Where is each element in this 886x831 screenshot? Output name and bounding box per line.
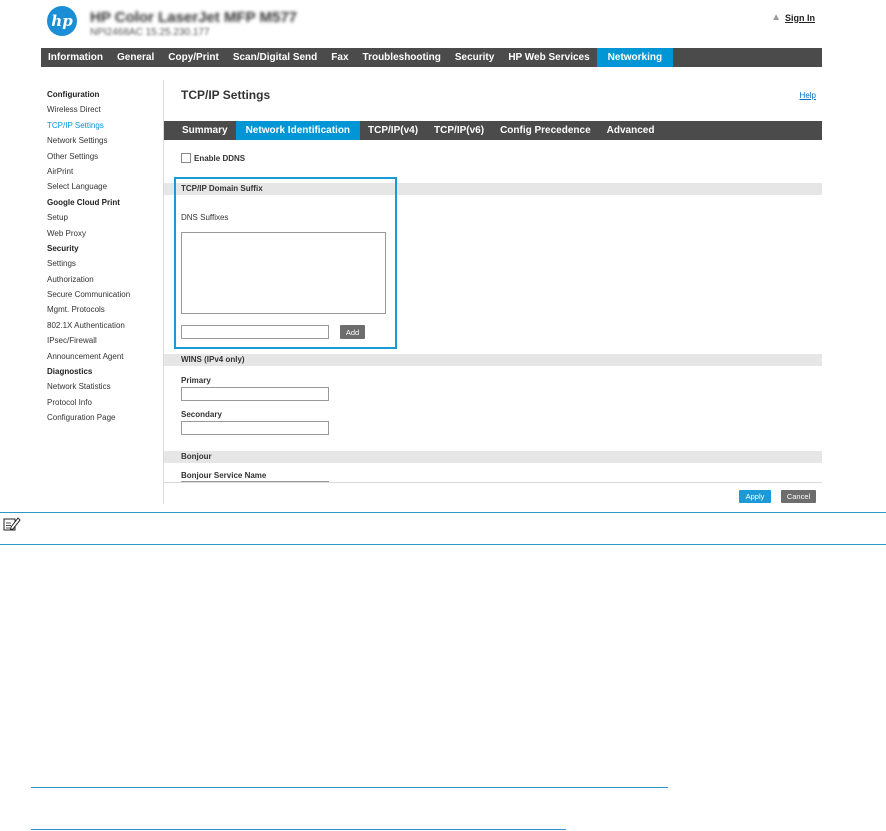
top-tab-troubleshooting[interactable]: Troubleshooting [356, 48, 448, 67]
sidebar-item-select-language[interactable]: Select Language [47, 179, 162, 194]
bonjour-service-name-label: Bonjour Service Name [181, 471, 267, 480]
sidebar-item-configuration: Configuration [47, 90, 100, 99]
top-tab-networking[interactable]: Networking [596, 48, 674, 67]
sidebar-item-ipsec-firewall[interactable]: IPsec/Firewall [47, 333, 162, 348]
top-tab-hp-web-services[interactable]: HP Web Services [501, 48, 596, 67]
wins-section-header: WINS (IPv4 only) [164, 354, 822, 366]
enable-ddns-label: Enable DDNS [194, 153, 246, 163]
apply-button[interactable]: Apply [739, 490, 771, 503]
sidebar-item-configuration-page[interactable]: Configuration Page [47, 410, 162, 425]
device-name: HP Color LaserJet MFP M577 [90, 9, 298, 26]
content-bottom-divider [164, 482, 822, 483]
sidebar-item-security: Security [47, 243, 79, 253]
sub-tab-summary[interactable]: Summary [174, 121, 236, 140]
sidebar-item-announcement-agent[interactable]: Announcement Agent [47, 349, 162, 364]
sidebar: Configuration Wireless Direct TCP/IP Setti… [47, 87, 162, 426]
sub-tab-tcp-ip-v6-[interactable]: TCP/IP(v6) [426, 121, 492, 140]
sidebar-item-secure-communication[interactable]: Secure Communication [47, 287, 162, 302]
sidebar-item-web-proxy[interactable]: Web Proxy [47, 226, 162, 241]
secondary-wins-input[interactable] [181, 421, 329, 435]
sub-navigation: Summary Network Identification TCP/IP(v4) T… [164, 121, 822, 140]
sub-tab-config-precedence[interactable]: Config Precedence [492, 121, 599, 140]
sidebar-item-network-statistics[interactable]: Network Statistics [47, 379, 162, 394]
sidebar-item-tcp-ip-settings[interactable]: TCP/IP Settings [47, 118, 162, 133]
enable-ddns-checkbox[interactable] [181, 153, 191, 163]
secondary-label: Secondary [181, 410, 222, 419]
note-box [0, 512, 886, 545]
sidebar-item-settings[interactable]: Settings [47, 256, 162, 271]
note-pencil-icon [3, 517, 21, 531]
highlight-box [174, 177, 397, 349]
top-tab-copy-print[interactable]: Copy/Print [161, 48, 226, 67]
sub-tab-tcp-ip-v4-[interactable]: TCP/IP(v4) [360, 121, 426, 140]
footer-link-line-2[interactable] [31, 829, 566, 830]
sub-tab-advanced[interactable]: Advanced [599, 121, 663, 140]
sidebar-item-diagnostics: Diagnostics [47, 367, 93, 377]
sidebar-item-802-1x-authentication[interactable]: 802.1X Authentication [47, 318, 162, 333]
primary-wins-input[interactable] [181, 387, 329, 401]
primary-label: Primary [181, 376, 211, 385]
sidebar-item-other-settings[interactable]: Other Settings [47, 149, 162, 164]
footer-link-line-1[interactable] [31, 787, 668, 788]
hp-logo: hp [47, 6, 77, 36]
top-tab-fax[interactable]: Fax [324, 48, 355, 67]
top-tab-security[interactable]: Security [448, 48, 501, 67]
page-title: TCP/IP Settings [181, 88, 271, 102]
device-info: NPI2468AC 15.25.230.177 [90, 27, 210, 38]
top-navigation: Information General Copy/Print Scan/Digital… [41, 48, 822, 67]
sidebar-divider [163, 80, 164, 504]
sidebar-item-protocol-info[interactable]: Protocol Info [47, 395, 162, 410]
sidebar-item-google-cloud-print: Google Cloud Print [47, 197, 120, 207]
sub-tab-network-identification[interactable]: Network Identification [235, 121, 361, 140]
sidebar-item-wireless-direct[interactable]: Wireless Direct [47, 102, 162, 117]
sign-in-label: Sign In [785, 12, 815, 23]
enable-ddns-row: Enable DDNS [181, 153, 245, 163]
sidebar-item-airprint[interactable]: AirPrint [47, 164, 162, 179]
top-tab-general[interactable]: General [110, 48, 161, 67]
top-tab-scan-digital-send[interactable]: Scan/Digital Send [226, 48, 324, 67]
cancel-button[interactable]: Cancel [781, 490, 816, 503]
bonjour-section-header: Bonjour [164, 451, 822, 463]
help-link[interactable]: Help [800, 91, 816, 100]
sidebar-item-network-settings[interactable]: Network Settings [47, 133, 162, 148]
sidebar-item-authorization[interactable]: Authorization [47, 272, 162, 287]
sidebar-item-setup[interactable]: Setup [47, 210, 162, 225]
home-icon: ▲ [771, 12, 781, 23]
sign-in-link[interactable]: ▲ Sign In [771, 12, 815, 23]
top-tab-information[interactable]: Information [41, 48, 110, 67]
sidebar-item-mgmt-protocols[interactable]: Mgmt. Protocols [47, 302, 162, 317]
